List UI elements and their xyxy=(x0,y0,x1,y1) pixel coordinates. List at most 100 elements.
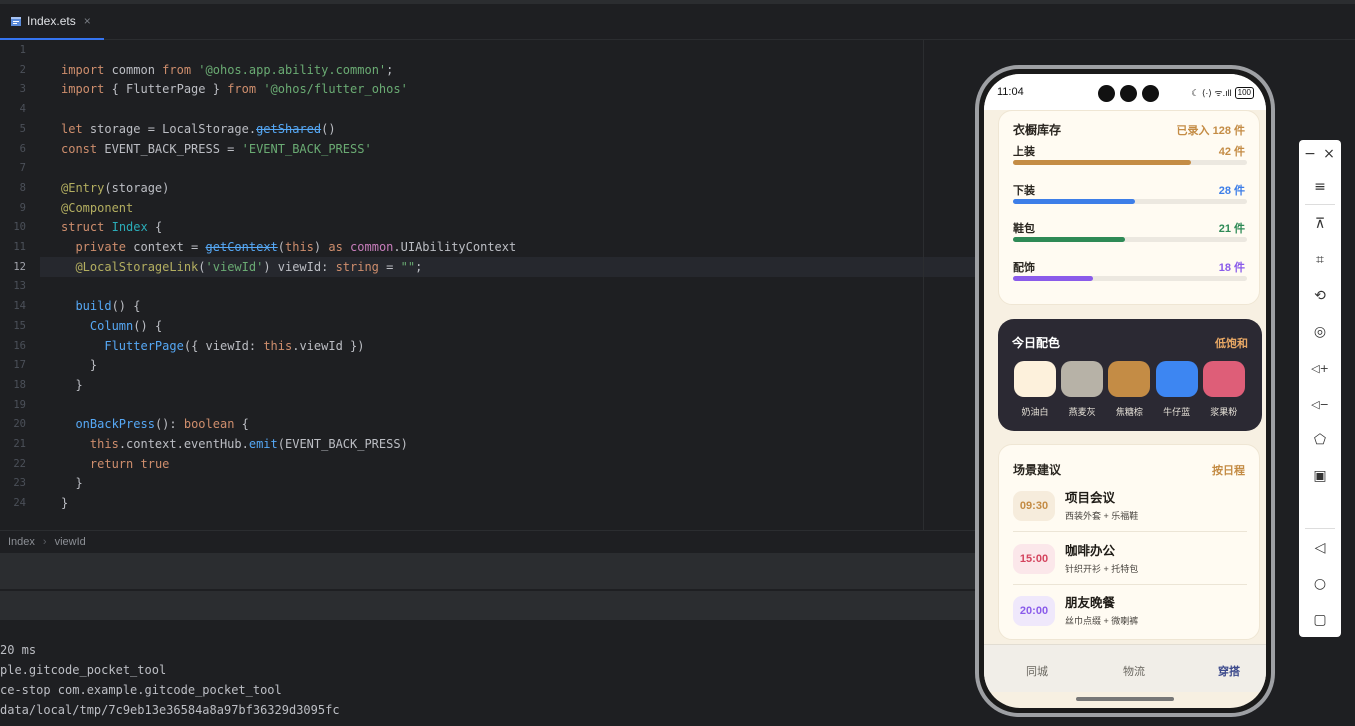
multi-screen-icon[interactable]: ▣ xyxy=(1308,464,1332,488)
code-token: Index xyxy=(111,220,148,235)
code-token: "" xyxy=(400,259,416,274)
bar-label: 配饰 xyxy=(1013,261,1035,274)
code-token: import xyxy=(61,82,105,97)
code-token: let xyxy=(61,121,83,136)
bar-track xyxy=(1013,160,1247,165)
schedule-item[interactable]: 15:00 咖啡办公 针织开衫 + 托特包 xyxy=(1013,538,1247,590)
code-token: build xyxy=(75,299,112,314)
code-token: this xyxy=(89,437,119,451)
home-icon[interactable]: ○ xyxy=(1308,572,1332,596)
code-token: private xyxy=(75,240,127,254)
code-token: string xyxy=(335,259,379,274)
code-token: ; xyxy=(415,259,423,274)
location-icon[interactable]: ◎ xyxy=(1308,320,1332,344)
line-number: 16 xyxy=(13,339,26,352)
toolbar-divider xyxy=(1305,204,1335,205)
pin-top-icon[interactable]: ⊼ xyxy=(1308,212,1332,236)
menu-icon[interactable]: ≡ xyxy=(1308,175,1332,199)
schedule-title: 朋友晚餐 xyxy=(1065,596,1116,610)
schedule-divider xyxy=(1013,583,1247,585)
code-token: { xyxy=(147,220,163,235)
code-token: emit xyxy=(248,437,278,451)
shake-icon[interactable]: ⬠ xyxy=(1308,428,1332,452)
minimize-icon[interactable]: − xyxy=(1301,142,1319,166)
tab-index-ets[interactable]: Index.ets × xyxy=(0,4,104,40)
schedule-time: 20:00 xyxy=(1013,596,1055,626)
code-token: onBackPress xyxy=(75,417,155,432)
line-number: 6 xyxy=(19,142,26,155)
code-token: from xyxy=(162,62,192,77)
line-number: 20 xyxy=(13,418,26,431)
line-number: 21 xyxy=(13,438,26,450)
rotate-icon[interactable]: ⟲ xyxy=(1308,284,1332,308)
code-token: getShared xyxy=(256,121,322,136)
color-swatch[interactable] xyxy=(1014,361,1056,397)
run-console[interactable]: 20 ms ple.gitcode_pocket_tool ce-stop co… xyxy=(0,620,980,726)
toolbar-divider xyxy=(1305,528,1335,529)
nav-item-wuliu[interactable]: 物流 xyxy=(1123,663,1145,679)
bar-fill xyxy=(1013,198,1135,204)
nav-item-tongcheng[interactable]: 同城 xyxy=(1026,663,1048,679)
volume-up-icon[interactable]: ◁+ xyxy=(1308,356,1332,380)
status-time: 11:04 xyxy=(997,86,1024,98)
right-margin-guide xyxy=(923,40,924,530)
line-number: 5 xyxy=(19,122,26,135)
line-number: 7 xyxy=(19,162,26,175)
bar-track xyxy=(1013,275,1247,281)
tab-close-icon[interactable]: × xyxy=(84,14,91,28)
schedule-item[interactable]: 09:30 项目会议 西装外套 + 乐福鞋 xyxy=(1013,485,1247,537)
tool-window-header xyxy=(0,553,980,589)
editor-tab-bar: Index.ets × xyxy=(0,4,1355,40)
wardrobe-summary: 已录入 128 件 xyxy=(1176,125,1245,137)
code-token: FlutterPage xyxy=(104,338,184,353)
code-token: } xyxy=(61,358,98,373)
code-token: import xyxy=(61,62,105,77)
code-line: import common from '@ohos.app.ability.co… xyxy=(61,61,393,81)
color-swatch[interactable] xyxy=(1108,361,1151,397)
scene-card: 场景建议 按日程 09:30 项目会议 西装外套 + 乐福鞋 15:00 咖啡办公 针织开… xyxy=(998,444,1260,640)
breadcrumb-separator: › xyxy=(42,535,47,548)
code-token: const xyxy=(61,141,98,156)
back-icon[interactable]: ◁ xyxy=(1308,536,1332,560)
code-token: (storage) xyxy=(104,180,170,195)
code-token: true xyxy=(140,456,170,471)
home-indicator[interactable] xyxy=(1076,697,1174,701)
code-token: from xyxy=(227,82,257,97)
volume-down-icon[interactable]: ◁− xyxy=(1308,392,1332,416)
recents-icon[interactable]: ▢ xyxy=(1308,608,1332,632)
code-token: () { xyxy=(111,299,141,314)
code-line: } xyxy=(61,356,97,376)
code-token: getContext xyxy=(205,240,278,254)
code-line: return true xyxy=(61,455,170,475)
code-token: @Component xyxy=(61,200,134,215)
color-swatch[interactable] xyxy=(1061,361,1104,397)
color-swatch[interactable] xyxy=(1202,361,1245,397)
scene-action[interactable]: 按日程 xyxy=(1212,462,1245,478)
line-number-gutter: 1 2 3 4 5 6 7 8 9 10 11 12 13 14 15 16 17 18 19 20 21 22 23 24 xyxy=(0,40,40,530)
device-screen[interactable]: 11:04 ☾ ⟨·⟩ ᯤ.ıll 100 衣橱库存 已录入 128 件 上装 4… xyxy=(984,74,1266,708)
status-signal-icons: ☾ ⟨·⟩ ᯤ.ıll xyxy=(1191,88,1232,98)
nav-item-chuanda[interactable]: 穿搭 xyxy=(1218,663,1240,679)
console-line: data/local/tmp/7c9eb13e36584a8a97bf36329… xyxy=(0,703,340,717)
code-token: storage = LocalStorage. xyxy=(82,121,257,136)
color-swatch[interactable] xyxy=(1155,361,1198,397)
code-line: @LocalStorageLink('viewId') viewId: stri… xyxy=(61,258,422,278)
camera-cutout xyxy=(1098,85,1159,102)
crop-screenshot-icon[interactable]: ⌗ xyxy=(1308,248,1332,272)
swatch-label: 奶油白 xyxy=(1021,407,1049,417)
swatch-label: 燕麦灰 xyxy=(1068,407,1096,417)
schedule-item[interactable]: 20:00 朋友晚餐 丝巾点缀 + 微喇裤 xyxy=(1013,590,1247,642)
code-line: import { FlutterPage } from '@ohos/flutt… xyxy=(61,80,408,100)
code-token: } xyxy=(61,377,83,392)
breadcrumb-item-viewid[interactable]: viewId xyxy=(55,536,86,548)
device-bezel: 11:04 ☾ ⟨·⟩ ᯤ.ıll 100 衣橱库存 已录入 128 件 上装 4… xyxy=(979,69,1271,713)
line-number: 17 xyxy=(13,359,26,372)
code-token: EVENT_BACK_PRESS = xyxy=(97,141,242,156)
breadcrumb-item-index[interactable]: Index xyxy=(8,536,35,548)
code-line: struct Index { xyxy=(61,218,162,238)
close-icon[interactable]: × xyxy=(1319,142,1339,166)
code-token: ({ viewId: xyxy=(183,338,264,353)
